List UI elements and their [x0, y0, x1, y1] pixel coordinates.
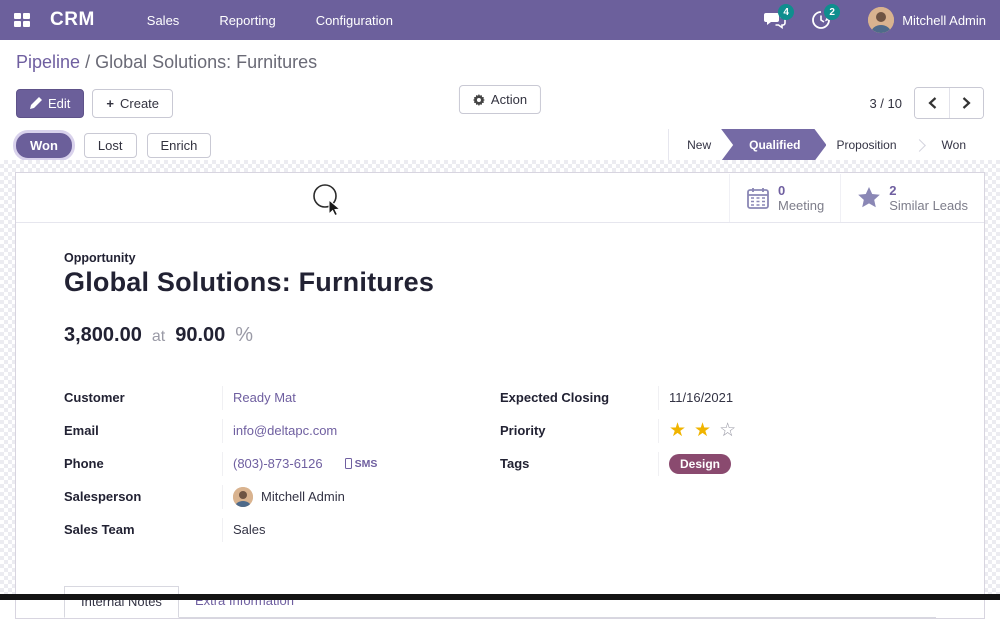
tags-label: Tags	[500, 456, 658, 471]
priority-row: Priority ★ ★ ☆	[500, 414, 936, 447]
won-button[interactable]: Won	[16, 133, 72, 158]
customer-value-link[interactable]: Ready Mat	[233, 390, 296, 405]
stage-qualified[interactable]: Qualified	[721, 129, 826, 161]
sales-team-row: Sales Team Sales	[64, 513, 500, 546]
tag-design[interactable]: Design	[669, 454, 731, 474]
breadcrumb-separator: /	[85, 52, 95, 72]
pager-previous-button[interactable]	[915, 88, 949, 118]
tags-row: Tags Design	[500, 447, 936, 480]
plus-icon: +	[106, 96, 114, 111]
activities-badge: 2	[824, 4, 840, 20]
loading-cursor-icon	[308, 181, 348, 219]
control-panel-buttons: Edit + Create Action 3 / 10	[16, 83, 984, 123]
bottom-edge-bar	[0, 594, 1000, 600]
meeting-stat-button[interactable]: 0 Meeting	[729, 174, 840, 222]
messages-button[interactable]: 4	[758, 0, 792, 40]
star-icon	[857, 186, 881, 209]
sales-team-label: Sales Team	[64, 522, 222, 537]
action-button-label: Action	[491, 92, 527, 107]
menu-reporting[interactable]: Reporting	[201, 0, 293, 40]
phone-label: Phone	[64, 456, 222, 471]
pager: 3 / 10	[869, 87, 984, 119]
user-menu[interactable]: Mitchell Admin	[850, 7, 986, 33]
salesperson-avatar	[233, 487, 253, 507]
tab-internal-notes[interactable]: Internal Notes	[64, 586, 179, 618]
priority-label: Priority	[500, 423, 658, 438]
stage-proposition[interactable]: Proposition	[818, 129, 914, 161]
apps-menu-icon[interactable]	[14, 13, 32, 28]
lost-button[interactable]: Lost	[84, 133, 137, 158]
probability-value: 90.00	[175, 324, 225, 347]
email-row: Email info@deltapc.com	[64, 414, 500, 447]
salesperson-label: Salesperson	[64, 489, 222, 504]
left-field-group: Customer Ready Mat Email info@deltapc.co…	[64, 381, 500, 546]
priority-star-2-filled-icon[interactable]: ★	[694, 421, 711, 440]
stage-bar: New Qualified Proposition Won	[668, 129, 984, 161]
similar-leads-stat-button[interactable]: 2 Similar Leads	[840, 174, 984, 222]
priority-star-1-filled-icon[interactable]: ★	[669, 421, 686, 440]
pager-next-button[interactable]	[949, 88, 983, 118]
expected-closing-value[interactable]: 11/16/2021	[669, 390, 733, 405]
form-sheet: Opportunity Global Solutions: Furnitures…	[16, 223, 984, 546]
salesperson-row: Salesperson Mitchell Admin	[64, 480, 500, 513]
field-groups: Customer Ready Mat Email info@deltapc.co…	[64, 381, 936, 546]
stage-won[interactable]: Won	[924, 129, 984, 161]
meeting-label: Meeting	[778, 198, 824, 213]
breadcrumb-pipeline[interactable]: Pipeline	[16, 52, 80, 72]
email-label: Email	[64, 423, 222, 438]
at-label: at	[152, 328, 165, 346]
opportunity-card: 0 Meeting 2 Similar Leads Opportunity Gl…	[15, 172, 985, 619]
control-panel: Pipeline / Global Solutions: Furnitures …	[0, 40, 1000, 123]
edit-button-label: Edit	[48, 96, 70, 111]
expected-revenue-row: 3,800.00 at 90.00 %	[64, 324, 936, 347]
expected-revenue-value: 3,800.00	[64, 324, 142, 347]
record-type-label: Opportunity	[64, 251, 936, 265]
priority-star-3-empty-icon[interactable]: ☆	[719, 421, 736, 440]
expected-closing-row: Expected Closing 11/16/2021	[500, 381, 936, 414]
create-button[interactable]: + Create	[92, 89, 173, 118]
create-button-label: Create	[120, 96, 159, 111]
meeting-count: 0	[778, 183, 824, 198]
breadcrumb-current: Global Solutions: Furnitures	[95, 52, 317, 72]
edit-button[interactable]: Edit	[16, 89, 84, 118]
customer-label: Customer	[64, 390, 222, 405]
menu-sales[interactable]: Sales	[129, 0, 198, 40]
menu-configuration[interactable]: Configuration	[298, 0, 411, 40]
sales-team-value[interactable]: Sales	[233, 522, 266, 537]
mobile-phone-icon	[345, 458, 352, 469]
enrich-button[interactable]: Enrich	[147, 133, 212, 158]
user-name: Mitchell Admin	[902, 13, 986, 28]
email-value-link[interactable]: info@deltapc.com	[233, 423, 337, 438]
customer-row: Customer Ready Mat	[64, 381, 500, 414]
similar-leads-count: 2	[889, 183, 968, 198]
top-navbar: CRM Sales Reporting Configuration 4 2	[0, 0, 1000, 40]
breadcrumb: Pipeline / Global Solutions: Furnitures	[16, 48, 984, 83]
stage-new[interactable]: New	[669, 129, 729, 161]
action-button[interactable]: Action	[459, 85, 541, 114]
sms-button[interactable]: SMS	[345, 458, 378, 470]
opportunity-title: Global Solutions: Furnitures	[64, 267, 936, 298]
pencil-icon	[30, 97, 42, 109]
similar-leads-label: Similar Leads	[889, 198, 968, 213]
percent-sign: %	[235, 324, 253, 347]
user-avatar	[868, 7, 894, 33]
phone-value-link[interactable]: (803)-873-6126	[233, 456, 323, 471]
expected-closing-label: Expected Closing	[500, 390, 658, 405]
activities-button[interactable]: 2	[804, 0, 838, 40]
sms-label: SMS	[355, 458, 378, 470]
gear-icon	[473, 94, 485, 106]
app-name[interactable]: CRM	[50, 9, 95, 31]
notebook-tabs: Internal Notes Extra Information	[64, 586, 936, 618]
pager-count: 3 / 10	[869, 96, 902, 111]
form-view-background: 0 Meeting 2 Similar Leads Opportunity Gl…	[0, 160, 1000, 600]
right-field-group: Expected Closing 11/16/2021 Priority ★ ★…	[500, 381, 936, 546]
messages-badge: 4	[778, 4, 794, 20]
calendar-icon	[746, 186, 770, 210]
salesperson-value[interactable]: Mitchell Admin	[261, 489, 345, 504]
tab-extra-information[interactable]: Extra Information	[179, 586, 310, 617]
phone-row: Phone (803)-873-6126 SMS	[64, 447, 500, 480]
stat-button-box: 0 Meeting 2 Similar Leads	[16, 173, 984, 223]
